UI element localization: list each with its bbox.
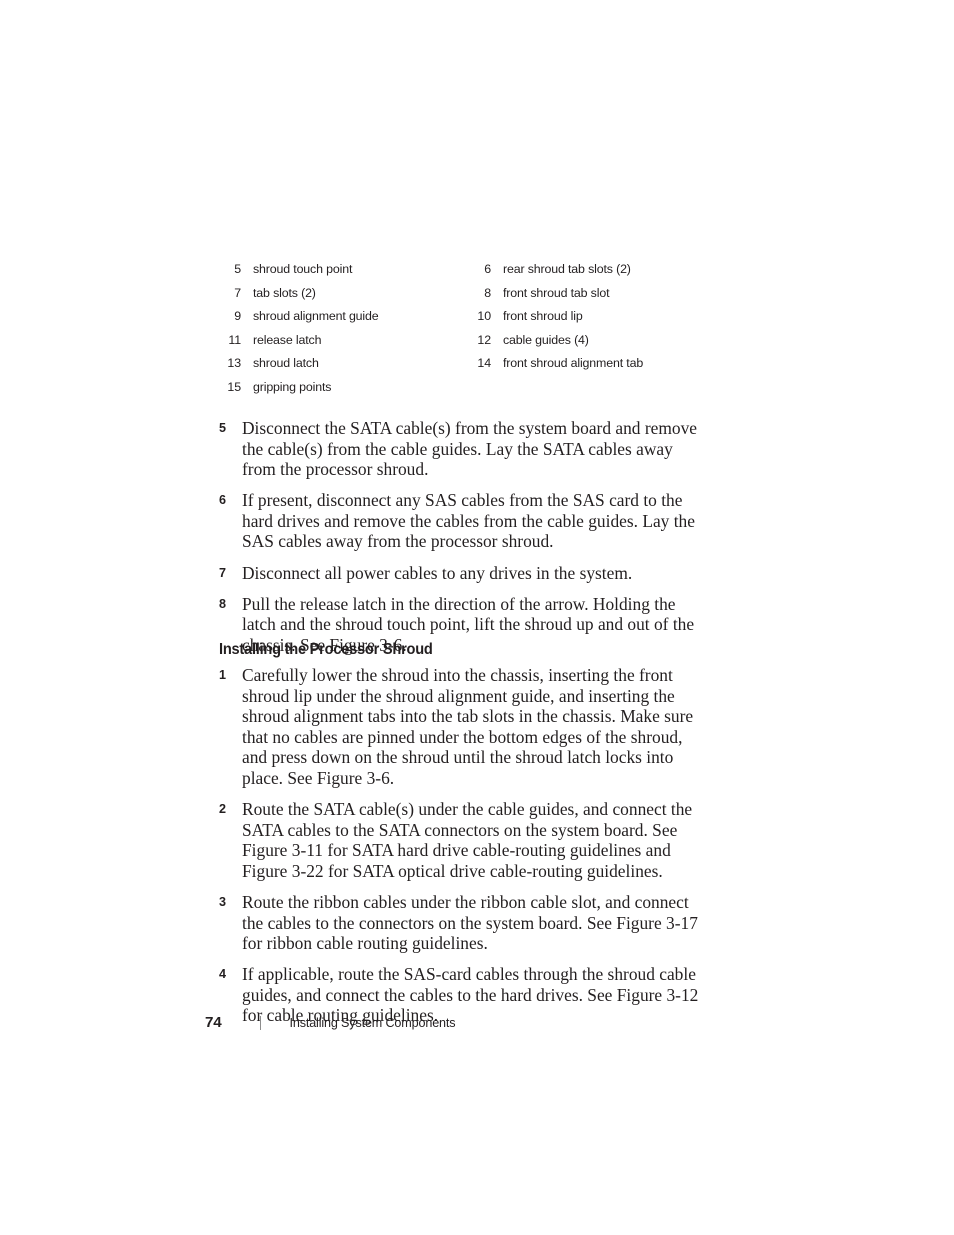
legend-row: 13 shroud latch 14 front shroud alignmen… bbox=[219, 356, 719, 380]
legend-number: 14 bbox=[477, 356, 491, 371]
legend-row: 5 shroud touch point 6 rear shroud tab s… bbox=[219, 262, 719, 286]
legend-number: 10 bbox=[477, 309, 491, 324]
legend-label: shroud touch point bbox=[253, 262, 353, 276]
legend-entry: 11 release latch bbox=[219, 333, 469, 347]
document-page: 5 shroud touch point 6 rear shroud tab s… bbox=[0, 0, 954, 1235]
page-footer: 74 Installing System Components bbox=[205, 1014, 456, 1031]
legend-label: shroud alignment guide bbox=[253, 309, 379, 324]
legend-number: 11 bbox=[228, 332, 241, 347]
legend-row: 11 release latch 12 cable guides (4) bbox=[219, 333, 719, 357]
step-text: Disconnect all power cables to any drive… bbox=[242, 562, 633, 583]
step-number: 5 bbox=[219, 421, 227, 435]
procedure-step: 2 Route the SATA cable(s) under the cabl… bbox=[219, 799, 719, 881]
legend-row: 15 gripping points bbox=[219, 380, 719, 404]
step-number: 1 bbox=[219, 668, 227, 682]
legend-number: 7 bbox=[234, 285, 241, 300]
legend-number: 5 bbox=[234, 262, 241, 276]
legend-entry: 7 tab slots (2) bbox=[219, 286, 469, 300]
legend-row: 9 shroud alignment guide 10 front shroud… bbox=[219, 309, 719, 333]
legend-label: front shroud alignment tab bbox=[503, 356, 644, 371]
procedure-step: 5 Disconnect the SATA cable(s) from the … bbox=[219, 418, 719, 480]
step-text: Route the ribbon cables under the ribbon… bbox=[242, 891, 698, 954]
procedure-step: 7 Disconnect all power cables to any dri… bbox=[219, 563, 719, 584]
step-number: 7 bbox=[219, 565, 227, 580]
footer-separator bbox=[259, 1015, 261, 1030]
procedure-step: 3 Route the ribbon cables under the ribb… bbox=[219, 892, 719, 954]
legend-label: shroud latch bbox=[253, 356, 319, 371]
legend-entry: 10 front shroud lip bbox=[469, 309, 719, 323]
legend-label: rear shroud tab slots (2) bbox=[503, 262, 631, 276]
legend-label: cable guides (4) bbox=[503, 332, 589, 347]
legend-entry: 9 shroud alignment guide bbox=[219, 309, 469, 323]
legend-label: release latch bbox=[253, 332, 322, 347]
install-steps-list: 1 Carefully lower the shroud into the ch… bbox=[219, 665, 719, 1037]
legend-entry: 15 gripping points bbox=[219, 380, 469, 394]
legend-label: tab slots (2) bbox=[253, 285, 316, 300]
legend-number: 15 bbox=[227, 379, 241, 394]
page-number: 74 bbox=[205, 1014, 222, 1031]
legend-entry: 6 rear shroud tab slots (2) bbox=[469, 262, 719, 276]
figure-callout-legend: 5 shroud touch point 6 rear shroud tab s… bbox=[219, 262, 719, 404]
step-text: If present, disconnect any SAS cables fr… bbox=[242, 490, 695, 552]
legend-entry: 13 shroud latch bbox=[219, 356, 469, 370]
step-number: 6 bbox=[219, 493, 227, 508]
step-text: Disconnect the SATA cable(s) from the sy… bbox=[242, 418, 697, 480]
legend-entry: 8 front shroud tab slot bbox=[469, 286, 719, 300]
procedure-step: 1 Carefully lower the shroud into the ch… bbox=[219, 665, 719, 789]
legend-label: front shroud tab slot bbox=[503, 285, 610, 300]
legend-number: 6 bbox=[484, 262, 491, 276]
footer-title: Installing System Components bbox=[289, 1015, 456, 1030]
legend-entry: 14 front shroud alignment tab bbox=[469, 356, 719, 370]
step-number: 3 bbox=[219, 894, 227, 909]
procedure-step: 6 If present, disconnect any SAS cables … bbox=[219, 490, 719, 552]
step-number: 2 bbox=[219, 802, 227, 817]
legend-number: 9 bbox=[234, 309, 241, 324]
step-text: Carefully lower the shroud into the chas… bbox=[242, 665, 694, 788]
legend-row: 7 tab slots (2) 8 front shroud tab slot bbox=[219, 286, 719, 310]
legend-entry: 12 cable guides (4) bbox=[469, 333, 719, 347]
step-text: Route the SATA cable(s) under the cable … bbox=[242, 799, 693, 881]
legend-label: front shroud lip bbox=[503, 309, 583, 324]
removal-steps-list: 5 Disconnect the SATA cable(s) from the … bbox=[219, 418, 719, 666]
legend-number: 12 bbox=[477, 332, 491, 347]
legend-number: 13 bbox=[227, 356, 241, 371]
section-heading: Installing the Processor Shroud bbox=[219, 641, 433, 658]
legend-label: gripping points bbox=[253, 379, 332, 394]
legend-number: 8 bbox=[484, 285, 491, 300]
legend-entry: 5 shroud touch point bbox=[219, 262, 469, 276]
